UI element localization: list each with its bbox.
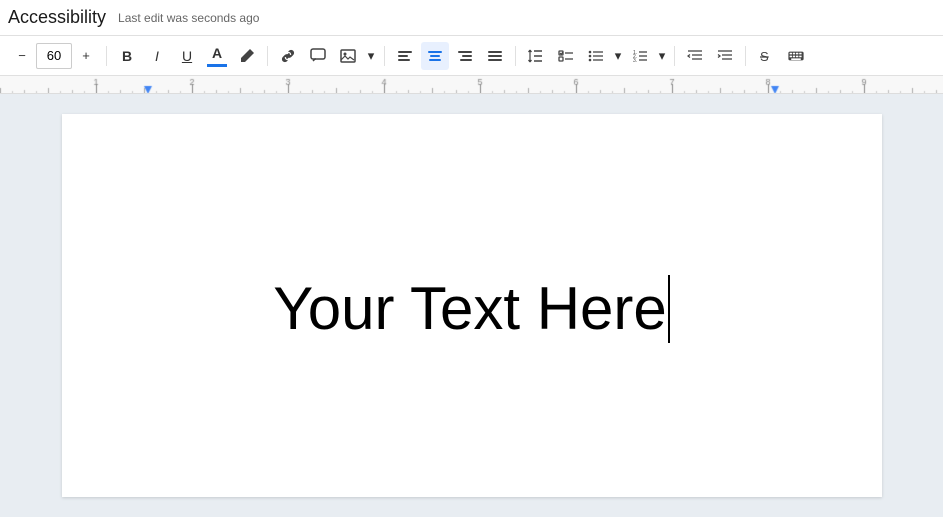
indent-decrease-icon <box>687 48 703 64</box>
align-left-button[interactable] <box>391 42 419 70</box>
align-right-button[interactable] <box>451 42 479 70</box>
insert-link-button[interactable] <box>274 42 302 70</box>
numbered-list-button[interactable]: 1. 2. 3. <box>626 42 654 70</box>
align-left-icon <box>397 48 413 64</box>
bullet-list-icon <box>588 48 604 64</box>
ruler <box>0 76 943 94</box>
font-size-group: − + <box>8 42 100 70</box>
decrease-font-size-button[interactable]: − <box>8 42 36 70</box>
document-content[interactable]: Your Text Here <box>273 274 667 343</box>
numbered-list-icon: 1. 2. 3. <box>632 48 648 64</box>
align-center-button[interactable] <box>421 42 449 70</box>
separator-1 <box>106 46 107 66</box>
separator-2 <box>267 46 268 66</box>
doc-title[interactable]: Accessibility <box>8 7 106 28</box>
separator-4 <box>515 46 516 66</box>
numbered-list-dropdown-button[interactable]: ▾ <box>656 42 668 70</box>
indent-decrease-button[interactable] <box>681 42 709 70</box>
align-justify-button[interactable] <box>481 42 509 70</box>
indent-increase-icon <box>717 48 733 64</box>
image-dropdown-button[interactable]: ▾ <box>364 42 378 70</box>
line-spacing-button[interactable] <box>522 42 550 70</box>
toolbar: − + B I U A <box>0 36 943 76</box>
pencil-icon <box>239 48 255 64</box>
underline-button[interactable]: U <box>173 42 201 70</box>
checklist-button[interactable] <box>552 42 580 70</box>
keyboard-icon <box>788 48 804 64</box>
font-size-input[interactable] <box>36 43 72 69</box>
last-edit-status: Last edit was seconds ago <box>118 11 259 25</box>
increase-font-size-button[interactable]: + <box>72 42 100 70</box>
strikethrough-icon: S <box>758 48 774 64</box>
checklist-icon <box>558 48 574 64</box>
bullet-list-button[interactable] <box>582 42 610 70</box>
image-icon <box>340 48 356 64</box>
italic-button[interactable]: I <box>143 42 171 70</box>
link-icon <box>280 48 296 64</box>
document-page[interactable]: Your Text Here <box>62 114 882 497</box>
highlight-button[interactable] <box>233 42 261 70</box>
title-bar: Accessibility Last edit was seconds ago <box>0 0 943 36</box>
keyboard-button[interactable] <box>782 42 810 70</box>
document-area[interactable]: Your Text Here <box>0 94 943 517</box>
insert-image-button[interactable] <box>334 42 362 70</box>
comment-icon <box>310 48 326 64</box>
svg-text:3.: 3. <box>633 58 637 64</box>
strikethrough-button[interactable]: S <box>752 42 780 70</box>
line-spacing-icon <box>528 48 544 64</box>
bold-button[interactable]: B <box>113 42 141 70</box>
separator-6 <box>745 46 746 66</box>
align-justify-icon <box>487 48 503 64</box>
svg-text:S: S <box>760 49 769 64</box>
separator-5 <box>674 46 675 66</box>
text-cursor <box>668 275 670 343</box>
indent-increase-button[interactable] <box>711 42 739 70</box>
align-right-icon <box>457 48 473 64</box>
align-center-icon <box>427 48 443 64</box>
text-color-button[interactable]: A <box>203 42 231 70</box>
separator-3 <box>384 46 385 66</box>
insert-comment-button[interactable] <box>304 42 332 70</box>
bullet-list-dropdown-button[interactable]: ▾ <box>612 42 624 70</box>
